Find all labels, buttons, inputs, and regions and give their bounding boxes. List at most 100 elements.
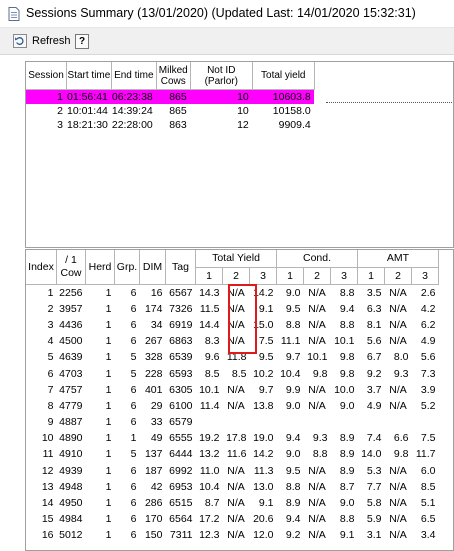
toolbar: Refresh ?	[0, 28, 454, 55]
cell-index: 10	[41, 432, 54, 445]
amt-group-header[interactable]: AMT	[357, 250, 439, 268]
cell-amt-1: 5.6	[366, 335, 382, 348]
cell-cond-2: N/A	[308, 529, 326, 542]
start-time-header[interactable]: Start time	[66, 62, 112, 90]
cell-herd: 1	[105, 318, 112, 331]
cell-cond-3: 9.1	[339, 529, 355, 542]
cell-amt-2: N/A	[389, 464, 407, 477]
cell-yield-1: 14.4	[199, 318, 220, 331]
cell-herd: 1	[105, 302, 112, 315]
cell-dim: 267	[144, 335, 163, 348]
cell-yield-3	[250, 414, 277, 430]
session-cell-milked: 863	[169, 119, 187, 131]
cell-yield-1: 10.4	[199, 480, 220, 493]
cell-cond-1: 8.9	[285, 497, 301, 510]
cell-cond-3: 9.8	[339, 367, 355, 380]
grp-header[interactable]: Grp.	[114, 250, 140, 285]
refresh-button[interactable]: Refresh	[13, 32, 71, 50]
cell-index: 3	[47, 318, 54, 331]
cell-tag: 6863	[169, 335, 193, 348]
table-row[interactable]: 12 4939 1 6 187 6992 11.0 N/A 11.3 9.5 N/A 8.9 5.3 N/…	[26, 463, 439, 479]
sub-header-3[interactable]: 3	[249, 267, 277, 285]
cell-yield-2: N/A	[227, 513, 245, 526]
cell-index: 14	[41, 497, 54, 510]
cell-yield-2: 8.5	[231, 367, 247, 380]
cell-amt-1: 14.0	[361, 448, 382, 461]
cell-cow: 4779	[59, 399, 83, 412]
cell-cond-2: 10.1	[307, 351, 328, 364]
cell-yield-2: N/A	[227, 529, 245, 542]
cond-group-header[interactable]: Cond.	[276, 250, 358, 268]
cell-amt-3: 6.0	[420, 464, 436, 477]
sub-header-8[interactable]: 2	[384, 267, 412, 285]
not-id-header[interactable]: Not ID (Parlor)	[190, 62, 253, 90]
sub-header-6[interactable]: 3	[330, 267, 358, 285]
cell-dim: 228	[144, 367, 163, 380]
cell-cow: 4703	[59, 367, 83, 380]
cell-cond-3: 9.4	[339, 302, 355, 315]
table-row[interactable]: 10 4890 1 1 49 6555 19.2 17.8 19.0 9.4 9.3 8.9 7.4 6.…	[26, 430, 439, 446]
cell-cond-3: 10.0	[334, 383, 355, 396]
cell-cond-2: 9.3	[312, 432, 328, 445]
cell-herd: 1	[105, 432, 112, 445]
cell-index: 13	[41, 480, 54, 493]
session-row[interactable]: 1 01:56:41 06:23:38 865 10 10603.8	[26, 89, 315, 104]
table-row[interactable]: 13 4948 1 6 42 6953 10.4 N/A 13.0 8.8 N/A 8.7 7.7 N/A…	[26, 479, 439, 495]
table-row[interactable]: 14 4950 1 6 286 6515 8.7 N/A 9.1 8.9 N/A 9.0 5.8 N/A 5…	[26, 495, 439, 511]
total-yield-group-header[interactable]: Total Yield	[195, 250, 277, 268]
table-row[interactable]: 15 4984 1 6 170 6564 17.2 N/A 20.6 9.4 N/A 8.8 5.9 N/…	[26, 511, 439, 527]
cell-yield-3: 13.8	[253, 399, 274, 412]
table-row[interactable]: 9 4887 1 6 33 6579	[26, 414, 439, 430]
session-row[interactable]: 2 10:01:44 14:39:24 865 10 10158.0	[26, 104, 314, 118]
cell-cond-2: N/A	[308, 335, 326, 348]
tag-header[interactable]: Tag	[165, 250, 196, 285]
cell-cow: 4890	[59, 432, 83, 445]
cell-yield-1: 8.7	[204, 497, 220, 510]
session-header[interactable]: Session	[26, 62, 67, 90]
cell-cow: 4939	[59, 464, 83, 477]
sub-header-5[interactable]: 2	[303, 267, 331, 285]
cell-index: 6	[47, 367, 54, 380]
cell-dim: 42	[150, 480, 163, 493]
cell-yield-2: 11.6	[226, 448, 247, 461]
sub-header-2[interactable]: 2	[222, 267, 250, 285]
cell-dim: 187	[144, 464, 163, 477]
sub-header-1[interactable]: 1	[195, 267, 223, 285]
cell-cond-1	[277, 414, 304, 430]
cell-grp: 6	[130, 302, 137, 315]
table-row[interactable]: 11 4910 1 5 137 6444 13.2 11.6 14.2 9.0 8.8 8.9 14.0…	[26, 446, 439, 462]
cell-amt-3: 8.5	[420, 480, 436, 493]
cell-amt-2: 9.3	[393, 367, 409, 380]
table-row[interactable]: 7 4757 1 6 401 6305 10.1 N/A 9.7 9.9 N/A 10.0 3.7 N/A…	[26, 382, 439, 398]
milked-cows-header[interactable]: Milked Cows	[156, 62, 191, 90]
sub-header-9[interactable]: 3	[411, 267, 439, 285]
cell-yield-1: 17.2	[199, 513, 220, 526]
cell-yield-2: N/A	[227, 480, 245, 493]
dim-header[interactable]: DIM	[139, 250, 166, 285]
session-cell-total: 10603.8	[252, 89, 315, 104]
cell-dim: 286	[144, 497, 163, 510]
cell-cond-2: 8.8	[312, 448, 328, 461]
cell-index: 11	[42, 448, 54, 461]
end-time-header[interactable]: End time	[111, 62, 157, 90]
cell-index: 4	[47, 335, 54, 348]
cell-cond-3: 8.8	[339, 513, 355, 526]
cell-index: 7	[47, 383, 54, 396]
herd-header[interactable]: Herd	[85, 250, 115, 285]
help-button[interactable]: ?	[75, 32, 89, 50]
session-cell-milked: 865	[156, 89, 191, 104]
total-yield-header[interactable]: Total yield	[252, 62, 315, 90]
table-row[interactable]: 8 4779 1 6 29 6100 11.4 N/A 13.8 9.0 N/A 9.0 4.9 N/A 5…	[26, 398, 439, 414]
cell-amt-3: 2.6	[420, 286, 436, 299]
cow-header[interactable]: / 1 Cow	[56, 250, 86, 285]
session-row[interactable]: 3 18:21:30 22:28:00 863 12 9909.4	[26, 118, 314, 132]
sub-header-7[interactable]: 1	[357, 267, 385, 285]
title-bar: Sessions Summary (13/01/2020) (Updated L…	[0, 0, 454, 28]
sub-header-4[interactable]: 1	[276, 267, 304, 285]
table-row[interactable]: 6 4703 1 5 228 6593 8.5 8.5 10.2 10.4 9.8 9.8 9.2 9.3…	[26, 365, 439, 381]
cell-amt-3: 7.3	[420, 367, 436, 380]
index-header[interactable]: Index	[26, 250, 57, 285]
cell-yield-3: 9.1	[258, 497, 274, 510]
cell-cow: 4948	[59, 480, 83, 493]
table-row[interactable]: 16 5012 1 6 150 7311 12.3 N/A 12.0 9.2 N/A 9.1 3.1 N/…	[26, 527, 439, 543]
